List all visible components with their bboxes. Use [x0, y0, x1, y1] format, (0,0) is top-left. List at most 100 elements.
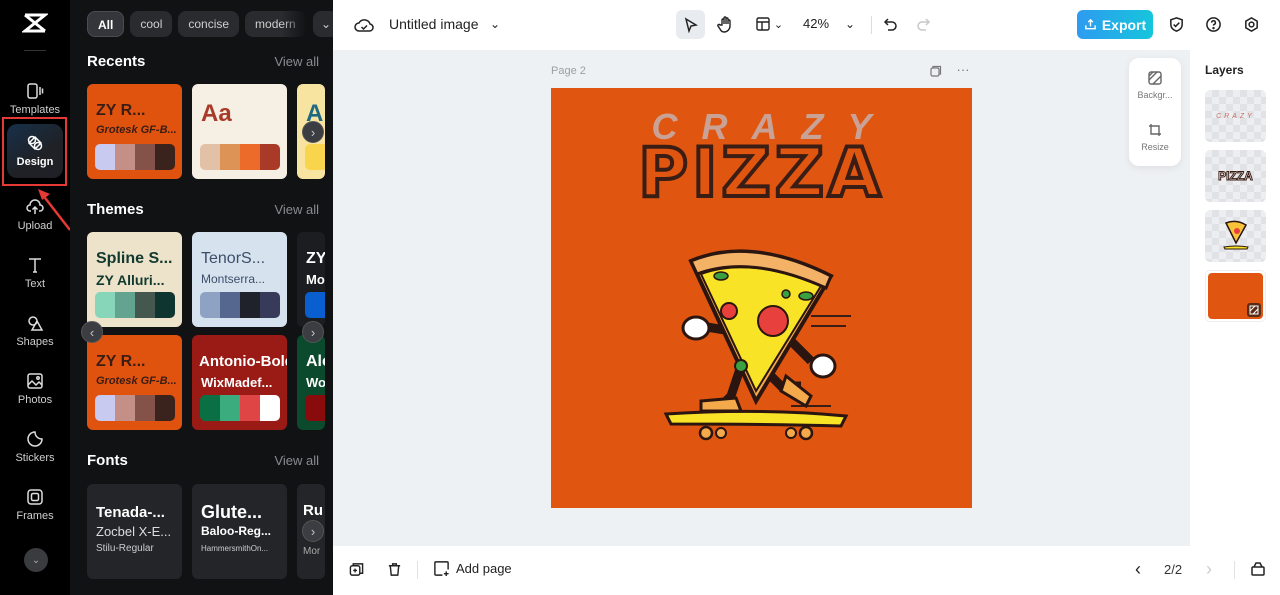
settings-button[interactable] — [1241, 14, 1261, 34]
palette-swatch — [115, 292, 135, 318]
rail-item-shapes[interactable]: Shapes — [0, 302, 70, 360]
recents-cards: ZY R... Grotesk GF-B... Aa A — [87, 84, 325, 179]
color-palette — [95, 144, 175, 170]
chevron-right-icon: › — [1206, 558, 1212, 579]
rail-item-frames[interactable]: Frames — [0, 476, 70, 534]
rail-item-design[interactable]: Design — [7, 124, 63, 178]
page-more-button[interactable]: ··· — [955, 62, 971, 77]
layer-background[interactable] — [1205, 270, 1266, 322]
chip-modern[interactable]: modern — [245, 11, 308, 37]
background-icon — [1249, 305, 1259, 315]
chip-cool[interactable]: cool — [130, 11, 173, 37]
font-card[interactable]: Tenada-... Zocbel X-E... Stilu-Regular — [87, 484, 182, 579]
palette-swatch — [305, 292, 325, 318]
background-tool-label: Backgr... — [1137, 90, 1173, 100]
rail-label: Text — [24, 278, 46, 290]
background-icon — [1148, 71, 1162, 85]
theme-card[interactable]: ZY R... Grotesk GF-B... — [87, 335, 182, 430]
canvas-floating-tools: Backgr... Resize — [1129, 58, 1181, 166]
select-tool-button[interactable] — [676, 10, 705, 39]
palette-swatch — [135, 292, 155, 318]
chips-expand-button[interactable]: ⌄ — [313, 11, 333, 37]
layer-crazy-text[interactable]: CRAZY — [1205, 90, 1266, 142]
themes-view-all[interactable]: View all — [274, 202, 319, 217]
rail-item-text[interactable]: Text — [0, 244, 70, 302]
help-button[interactable] — [1203, 14, 1223, 34]
card-heading: ZY R... — [96, 102, 146, 119]
palette-swatch — [260, 144, 280, 170]
export-button[interactable]: Export — [1077, 10, 1153, 39]
pizza-text[interactable]: PIZZA — [551, 132, 972, 215]
rail-label: Photos — [17, 394, 53, 406]
capcut-logo-icon[interactable] — [22, 12, 48, 34]
palette-swatch — [115, 144, 135, 170]
palette-swatch — [115, 395, 135, 421]
duplicate-button[interactable] — [347, 560, 365, 578]
chip-concise[interactable]: concise — [178, 11, 240, 37]
zoom-dropdown-button[interactable]: ⌄ — [843, 15, 857, 33]
fonts-next-button[interactable]: › — [302, 520, 324, 542]
layer-pizza-illustration[interactable] — [1205, 210, 1266, 262]
resize-tool-button[interactable]: Resize — [1129, 122, 1181, 152]
undo-button[interactable] — [881, 14, 901, 34]
palette-swatch — [220, 144, 240, 170]
rail-item-upload[interactable]: Upload — [0, 186, 70, 244]
security-button[interactable] — [1166, 14, 1186, 34]
background-badge — [1247, 303, 1261, 317]
layer-thumb-text: CRAZY — [1216, 112, 1255, 120]
palette-swatch — [200, 292, 220, 318]
layout-icon — [756, 17, 770, 31]
rail-item-photos[interactable]: Photos — [0, 360, 70, 418]
add-page-button[interactable]: Add page — [433, 560, 512, 577]
delete-button[interactable] — [385, 560, 403, 578]
chevron-right-icon: › — [310, 324, 316, 340]
zoom-level[interactable]: 42% — [803, 16, 829, 31]
layout-button[interactable]: ⌄ — [751, 12, 787, 36]
pizza-skater-illustration[interactable] — [661, 236, 861, 441]
chip-all[interactable]: All — [87, 11, 125, 37]
themes-next-button[interactable]: › — [302, 321, 324, 343]
next-page-button[interactable]: › — [1201, 558, 1217, 579]
cloud-save-button[interactable] — [353, 14, 375, 36]
layers-title: Layers — [1205, 63, 1244, 77]
palette-swatch — [220, 395, 240, 421]
shapes-icon — [28, 316, 44, 331]
theme-card[interactable]: TenorS... Montserra... — [192, 232, 287, 327]
rail-more-button[interactable]: ⌄ — [24, 548, 48, 572]
trash-icon — [388, 562, 400, 576]
hand-tool-button[interactable] — [714, 12, 738, 36]
theme-card[interactable]: ZY Mo — [297, 232, 325, 327]
card-subheading: Montserra... — [201, 272, 266, 286]
recents-next-button[interactable]: › — [302, 121, 324, 143]
theme-card[interactable]: Spline S... ZY Alluri... — [87, 232, 182, 327]
card-heading: Spline S... — [96, 250, 173, 267]
prev-page-button[interactable]: ‹ — [1130, 559, 1146, 579]
redo-button[interactable] — [913, 14, 933, 34]
layer-pizza-text[interactable]: PIZZA — [1205, 150, 1266, 202]
background-tool-button[interactable]: Backgr... — [1129, 70, 1181, 100]
theme-card[interactable]: Antonio-Bold WixMadef... — [192, 335, 287, 430]
font-card[interactable]: Glute... Baloo-Reg... HammersmithOn... — [192, 484, 287, 579]
palette-swatch — [305, 395, 325, 421]
recents-view-all[interactable]: View all — [274, 54, 319, 69]
card-subheading: Grotesk GF-B... — [96, 375, 177, 387]
color-palette — [200, 292, 280, 318]
fonts-view-all[interactable]: View all — [274, 453, 319, 468]
card-subheading: Grotesk GF-B... — [96, 124, 177, 136]
themes-cards-row1: Spline S... ZY Alluri... TenorS... Monts… — [87, 232, 325, 327]
artboard[interactable]: CRAZY PIZZA — [551, 88, 972, 508]
bottom-toolbar: Add page ‹ 2/2 › — [333, 546, 1280, 595]
recent-card[interactable]: Aa — [192, 84, 287, 179]
document-title[interactable]: Untitled image — [389, 16, 479, 32]
color-palette — [200, 144, 280, 170]
title-dropdown-button[interactable]: ⌄ — [488, 16, 502, 32]
theme-card[interactable]: Ale Wo — [297, 335, 325, 430]
rail-item-stickers[interactable]: Stickers — [0, 418, 70, 476]
duplicate-page-button[interactable] — [929, 64, 943, 78]
pages-panel-button[interactable] — [1249, 560, 1267, 578]
chevron-down-icon: ⌄ — [773, 18, 784, 31]
layer-thumb-text: PIZZA — [1218, 169, 1254, 184]
recent-card[interactable]: ZY R... Grotesk GF-B... — [87, 84, 182, 179]
palette-swatch — [260, 292, 280, 318]
themes-prev-button[interactable]: ‹ — [81, 321, 103, 343]
